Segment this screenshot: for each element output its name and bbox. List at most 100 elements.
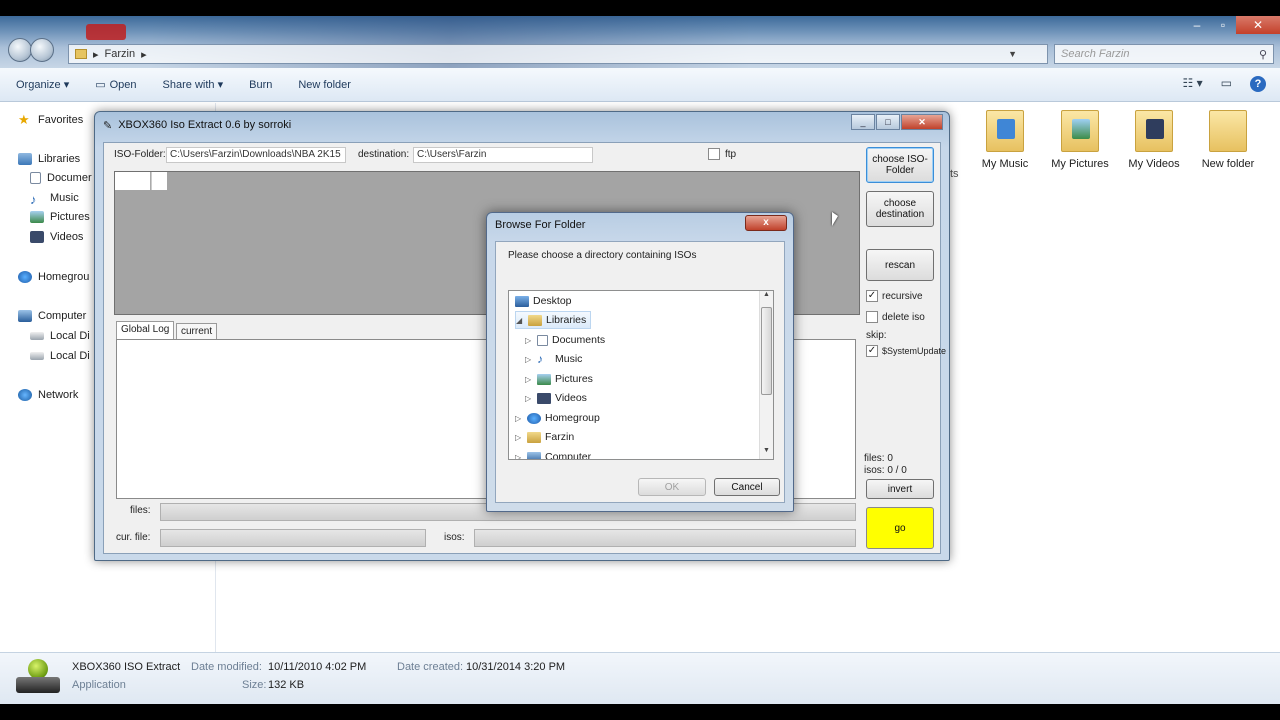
expanded-arrow-icon[interactable]: ◢ <box>516 316 524 325</box>
files-progress-label: files: <box>130 505 151 516</box>
maximize-button[interactable]: □ <box>876 114 900 130</box>
address-dropdown-icon[interactable]: ▼ <box>1008 49 1017 59</box>
go-button[interactable]: go <box>866 507 934 549</box>
nav-network[interactable]: Network <box>18 389 78 401</box>
nav-documents[interactable]: Documer <box>30 172 92 184</box>
tree-item-label: Homegroup <box>545 412 600 424</box>
nav-local-disk-2-label: Local Di <box>50 350 90 362</box>
folder-my-music[interactable]: My Music <box>968 110 1042 170</box>
back-icon[interactable] <box>8 38 32 62</box>
organize-button[interactable]: Organize ▾ <box>16 78 69 91</box>
breadcrumb-farzin[interactable]: Farzin <box>105 48 136 60</box>
skip-system-update-label: $SystemUpdate <box>882 346 947 356</box>
nav-videos[interactable]: Videos <box>30 231 83 243</box>
help-icon[interactable]: ? <box>1250 76 1266 92</box>
nav-local-disk-1[interactable]: Local Di <box>30 330 90 342</box>
collapsed-arrow-icon[interactable]: ▷ <box>515 453 523 460</box>
folder-my-videos[interactable]: My Videos <box>1117 110 1191 170</box>
search-input[interactable]: Search Farzin ⚲ <box>1054 44 1274 64</box>
collapsed-arrow-icon[interactable]: ▷ <box>525 394 533 403</box>
address-input[interactable]: ▸ Farzin ▸ ▼ <box>68 44 1048 64</box>
pictures-folder-icon <box>1061 110 1099 152</box>
folder-icon <box>1209 110 1247 152</box>
collapsed-arrow-icon[interactable]: ▷ <box>515 433 523 442</box>
destination-input[interactable]: C:\Users\Farzin <box>413 147 593 163</box>
maximize-button[interactable]: ▫ <box>1210 16 1236 34</box>
scroll-down-icon[interactable]: ▼ <box>760 447 773 459</box>
tree-item-pictures[interactable]: ▷ Pictures <box>525 370 593 388</box>
music-icon: ♪ <box>30 192 37 207</box>
tree-item-desktop[interactable]: Desktop <box>515 292 572 310</box>
xbox-window-titlebar[interactable]: ✎ XBOX360 Iso Extract 0.6 by sorroki _ □… <box>95 112 949 138</box>
pictures-icon <box>30 211 44 223</box>
ftp-checkbox[interactable] <box>708 148 720 160</box>
details-date-modified: 10/11/2010 4:02 PM <box>268 661 367 673</box>
grid-column-header[interactable] <box>151 172 167 190</box>
nav-network-label: Network <box>38 389 79 401</box>
nav-homegroup[interactable]: Homegrou <box>18 271 89 283</box>
back-forward-buttons[interactable] <box>8 36 56 66</box>
tree-item-videos[interactable]: ▷ Videos <box>525 389 587 407</box>
tree-item-documents[interactable]: ▷ Documents <box>525 331 605 349</box>
cancel-button[interactable]: Cancel <box>714 478 780 496</box>
grid-column-header[interactable] <box>115 172 151 190</box>
application-icon <box>16 657 60 697</box>
details-date-modified-label: Date modified: <box>191 661 262 673</box>
scrollbar-thumb[interactable] <box>761 307 772 395</box>
documents-icon <box>537 334 548 346</box>
burn-button[interactable]: Burn <box>249 79 272 91</box>
nav-videos-label: Videos <box>50 231 84 243</box>
taskbar-glimpse <box>86 24 126 40</box>
collapsed-arrow-icon[interactable]: ▷ <box>525 355 533 364</box>
iso-folder-input[interactable]: C:\Users\Farzin\Downloads\NBA 2K15 <box>166 147 346 163</box>
folder-new-folder[interactable]: New folder <box>1191 110 1265 170</box>
close-button[interactable]: ✕ <box>901 114 943 130</box>
tree-item-music[interactable]: ▷ ♪ Music <box>525 350 582 368</box>
skip-system-update-checkbox[interactable]: ✓ <box>866 345 878 357</box>
choose-destination-button[interactable]: choose destination <box>866 191 934 227</box>
delete-iso-checkbox[interactable] <box>866 311 878 323</box>
tab-global-log[interactable]: Global Log <box>116 321 175 339</box>
isos-progress-bar <box>474 529 856 547</box>
collapsed-arrow-icon[interactable]: ▷ <box>515 414 523 423</box>
choose-iso-folder-button[interactable]: choose ISO-Folder <box>866 147 934 183</box>
folder-my-pictures[interactable]: My Pictures <box>1043 110 1117 170</box>
tree-item-farzin[interactable]: ▷ Farzin <box>515 428 574 446</box>
minimize-button[interactable]: – <box>1184 16 1210 34</box>
folder-tree[interactable]: Desktop ◢ Libraries ▷ Documents ▷ ♪ Music ▷ P… <box>508 290 774 460</box>
forward-icon[interactable] <box>30 38 54 62</box>
tree-item-computer[interactable]: ▷ Computer <box>515 448 591 460</box>
nav-local-disk-2[interactable]: Local Di <box>30 350 90 362</box>
close-button[interactable]: ✕ <box>1236 16 1280 34</box>
nav-libraries[interactable]: Libraries <box>18 153 80 165</box>
scroll-up-icon[interactable]: ▲ <box>760 291 773 303</box>
tree-item-label: Pictures <box>555 373 593 385</box>
collapsed-arrow-icon[interactable]: ▷ <box>525 375 533 384</box>
xbox-window-controls: _ □ ✕ <box>851 114 943 130</box>
nav-pictures[interactable]: Pictures <box>30 211 90 223</box>
rescan-button[interactable]: rescan <box>866 249 934 281</box>
nav-music-label: Music <box>50 192 79 204</box>
nav-computer[interactable]: Computer <box>18 310 86 322</box>
preview-pane-icon[interactable]: ▭ <box>1221 76 1232 92</box>
nav-music[interactable]: ♪ Music <box>30 192 79 207</box>
tree-scrollbar[interactable]: ▲ ▼ <box>759 291 773 459</box>
new-folder-button[interactable]: New folder <box>298 79 351 91</box>
view-options-icon[interactable]: ☷ ▾ <box>1183 76 1203 92</box>
nav-libraries-label: Libraries <box>38 153 81 165</box>
minimize-button[interactable]: _ <box>851 114 875 130</box>
tree-item-libraries[interactable]: ◢ Libraries <box>515 311 592 329</box>
recursive-checkbox[interactable]: ✓ <box>866 290 878 302</box>
invert-button[interactable]: invert <box>866 479 934 499</box>
search-icon[interactable]: ⚲ <box>1259 48 1267 61</box>
dialog-close-button[interactable]: x <box>745 215 787 231</box>
recursive-label: recursive <box>882 291 923 302</box>
tree-item-homegroup[interactable]: ▷ Homegroup <box>515 409 600 427</box>
share-with-button[interactable]: Share with ▾ <box>163 78 224 91</box>
nav-favorites[interactable]: ★ Favorites <box>18 113 83 127</box>
open-button[interactable]: ▭ Open <box>95 78 136 92</box>
user-folder-icon <box>527 431 541 443</box>
ok-button[interactable]: OK <box>638 478 706 496</box>
collapsed-arrow-icon[interactable]: ▷ <box>525 336 533 345</box>
homegroup-icon <box>18 271 32 283</box>
